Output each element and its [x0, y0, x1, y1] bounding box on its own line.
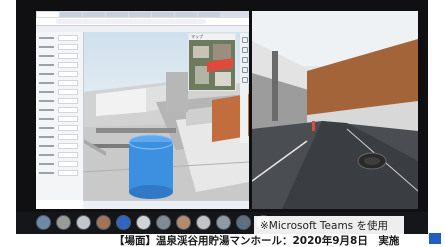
site-camera-feed [252, 11, 418, 209]
browser-tab-strip[interactable] [36, 11, 249, 18]
participant-avatar[interactable] [36, 215, 51, 230]
participant-avatar[interactable] [136, 215, 151, 230]
zoom-in-icon[interactable] [242, 37, 248, 43]
site-photo [252, 11, 418, 209]
viewer-side-toolbar[interactable] [240, 33, 248, 143]
rotate-icon[interactable] [242, 57, 248, 63]
property-row[interactable] [39, 125, 80, 131]
property-row[interactable] [39, 143, 80, 149]
browser-tab[interactable] [60, 12, 82, 17]
participant-avatar[interactable] [116, 215, 131, 230]
property-row[interactable] [39, 44, 80, 50]
browser-tab[interactable] [106, 12, 128, 17]
browser-tab[interactable] [37, 12, 59, 17]
participant-avatar[interactable] [216, 215, 231, 230]
participant-avatar[interactable] [96, 215, 111, 230]
property-row[interactable] [39, 98, 80, 104]
address-bar[interactable] [36, 18, 249, 26]
property-row[interactable] [39, 107, 80, 113]
property-row[interactable] [39, 80, 80, 86]
teams-meeting-screen: マップ [16, 0, 428, 234]
property-row[interactable] [39, 71, 80, 77]
scene-caption: 【場面】温泉渓谷用貯湯マンホール：2020年9月8日 実施 [114, 235, 400, 247]
participant-avatar[interactable] [176, 215, 191, 230]
corner-badge-icon [429, 233, 441, 244]
property-row[interactable] [39, 89, 80, 95]
properties-panel[interactable] [36, 32, 84, 200]
browser-tab[interactable] [129, 12, 151, 17]
property-row[interactable] [39, 170, 80, 176]
participant-avatar[interactable] [156, 215, 171, 230]
participant-avatar[interactable] [76, 215, 91, 230]
property-row[interactable] [39, 116, 80, 122]
participant-avatar[interactable] [196, 215, 211, 230]
teams-usage-note: ※Microsoft Teams を使用 [254, 216, 404, 236]
pan-icon[interactable] [242, 67, 248, 73]
property-row[interactable] [39, 161, 80, 167]
property-row[interactable] [39, 152, 80, 158]
water-tank-model [128, 134, 174, 199]
home-icon[interactable] [242, 77, 248, 83]
viewer-bottom-toolbar[interactable] [83, 200, 249, 209]
browser-tab[interactable] [83, 12, 105, 17]
property-row[interactable] [39, 35, 80, 41]
property-row[interactable] [39, 53, 80, 59]
aerial-map-image [189, 40, 235, 90]
browser-tab[interactable] [152, 12, 174, 17]
property-row[interactable] [39, 62, 80, 68]
participant-avatar[interactable] [236, 215, 251, 230]
participant-avatar[interactable] [56, 215, 71, 230]
browser-tab[interactable] [175, 12, 197, 17]
url-field[interactable] [56, 19, 206, 24]
minimap[interactable]: マップ [188, 33, 236, 91]
browser-tab[interactable] [198, 12, 220, 17]
shared-screen-window[interactable]: マップ [36, 11, 249, 209]
property-row[interactable] [39, 134, 80, 140]
zoom-out-icon[interactable] [242, 47, 248, 53]
